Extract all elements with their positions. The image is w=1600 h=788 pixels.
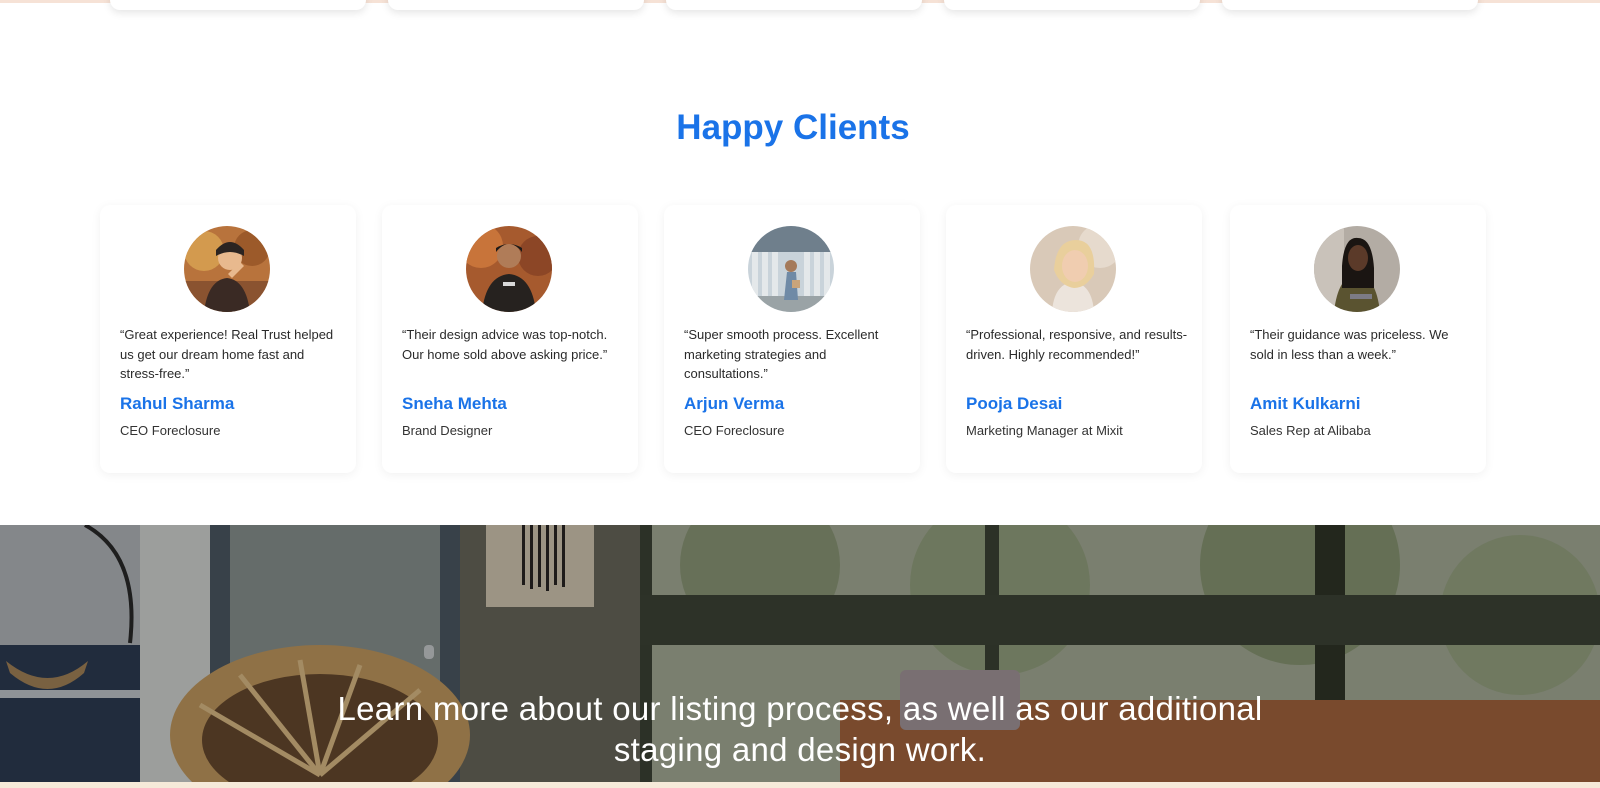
previous-card-edge	[1222, 0, 1478, 10]
client-avatar	[184, 226, 270, 312]
section-title: Happy Clients	[676, 108, 910, 147]
client-name: Sneha Mehta	[402, 394, 507, 413]
previous-card-edge	[666, 0, 922, 10]
client-role: Brand Designer	[402, 423, 493, 438]
client-avatar	[1030, 226, 1116, 312]
testimonial-card: “Professional, responsive, and results-d…	[946, 205, 1202, 473]
testimonial-card: “Their guidance was priceless. We sold i…	[1230, 205, 1486, 473]
person-photo-avatar	[466, 226, 552, 312]
testimonial-card: “Their design advice was top-notch. Our …	[382, 205, 638, 473]
testimonial-quote: “Their design advice was top-notch. Our …	[402, 327, 608, 362]
previous-card-edge	[944, 0, 1200, 10]
next-section-edge	[0, 782, 1600, 788]
testimonial-quote: “Professional, responsive, and results-d…	[966, 327, 1188, 362]
client-name: Arjun Verma	[684, 394, 785, 413]
person-photo-avatar	[748, 226, 834, 312]
cta-banner: Learn more about our listing process, as…	[0, 525, 1600, 782]
person-photo-avatar	[1314, 226, 1400, 312]
testimonial-card: “Super smooth process. Excellent marketi…	[664, 205, 920, 473]
testimonial-card: “Great experience! Real Trust helped us …	[100, 205, 356, 473]
testimonial-quote: “Super smooth process. Excellent marketi…	[684, 327, 879, 381]
client-avatar	[1314, 226, 1400, 312]
client-name: Amit Kulkarni	[1250, 394, 1361, 413]
client-avatar	[748, 226, 834, 312]
testimonial-quote: “Great experience! Real Trust helped us …	[120, 327, 334, 381]
previous-card-edge	[388, 0, 644, 10]
client-role: Marketing Manager at Mixit	[966, 423, 1123, 438]
client-role: CEO Foreclosure	[684, 423, 785, 438]
client-avatar	[466, 226, 552, 312]
client-role: CEO Foreclosure	[120, 423, 221, 438]
previous-card-edge	[110, 0, 366, 10]
person-photo-avatar	[184, 226, 270, 312]
client-name: Rahul Sharma	[120, 394, 235, 413]
person-photo-avatar	[1030, 226, 1116, 312]
client-role: Sales Rep at Alibaba	[1250, 423, 1371, 438]
testimonial-quote: “Their guidance was priceless. We sold i…	[1250, 327, 1449, 362]
client-name: Pooja Desai	[966, 394, 1063, 413]
cta-banner-text: Learn more about our listing process, as…	[337, 690, 1263, 768]
